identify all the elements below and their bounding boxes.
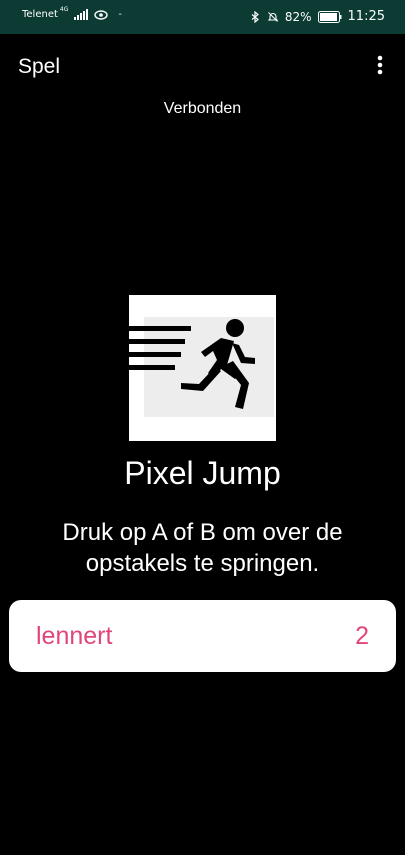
bluetooth-icon [251, 10, 259, 23]
eye-icon [94, 10, 109, 20]
bell-off-icon [267, 11, 279, 22]
carrier-label: Telenet [22, 9, 58, 20]
notification-dash: - [118, 9, 122, 20]
overflow-menu-button[interactable] [367, 50, 393, 80]
player-score: 2 [355, 622, 369, 650]
signal-bars-icon [74, 9, 89, 20]
player-name: lennert [36, 622, 113, 650]
app-title: Spel [18, 55, 61, 78]
more-vert-icon [377, 55, 383, 75]
running-person-icon [129, 295, 276, 441]
status-bar-left: Telenet 4G - [22, 6, 122, 20]
player-score-card[interactable]: lennert 2 [9, 600, 396, 672]
battery-percent-label: 82% [284, 9, 312, 24]
game-instructions: Druk op A of B om over de opstakels te s… [62, 519, 343, 577]
status-bar: Telenet 4G - 82% 11:25 [0, 0, 405, 34]
connection-status: Verbonden [163, 100, 242, 117]
game-image [129, 295, 276, 441]
app-bar: Spel [0, 34, 405, 96]
battery-icon [317, 10, 342, 23]
clock-label: 11:25 [347, 9, 385, 24]
app-screen: Telenet 4G - 82% 11:25 Spel Verbonden Pi… [0, 0, 405, 855]
game-title: Pixel Jump [124, 455, 281, 491]
network-type-label: 4G [59, 6, 69, 13]
status-bar-right: 82% 11:25 [249, 9, 385, 24]
